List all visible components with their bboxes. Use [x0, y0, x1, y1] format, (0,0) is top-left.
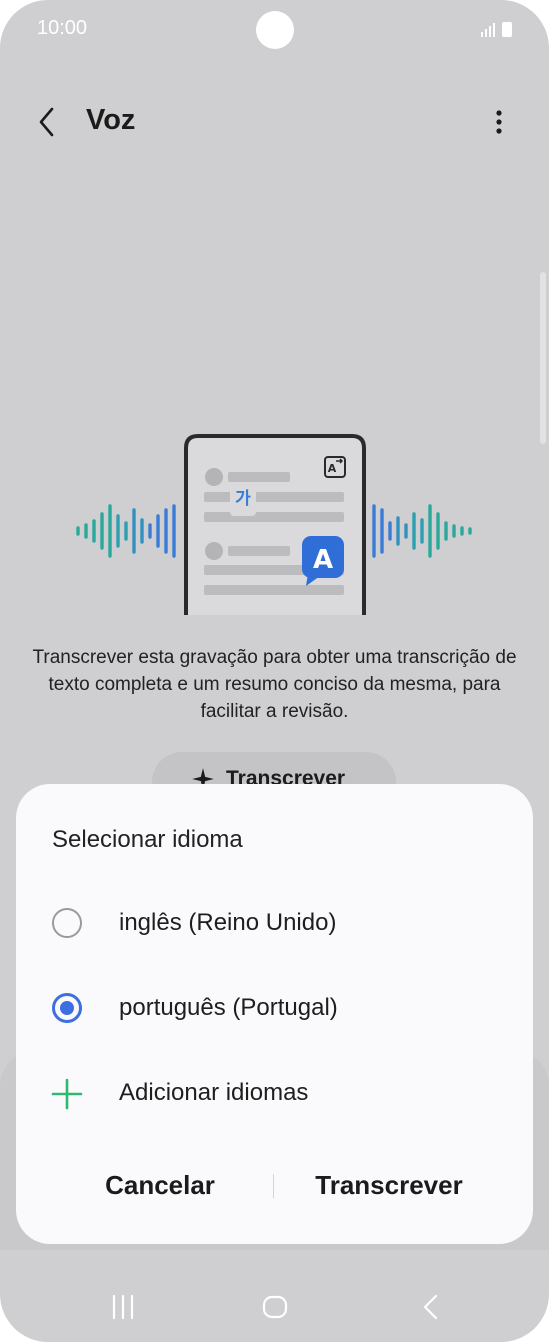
- language-option-label: inglês (Reino Unido): [119, 909, 337, 936]
- app-header: Voz: [0, 90, 549, 154]
- actions-divider: [273, 1174, 274, 1198]
- add-languages-label: Adicionar idiomas: [119, 1079, 309, 1106]
- svg-text:A: A: [328, 462, 337, 475]
- left-sound-wave: [76, 504, 176, 558]
- dialog-title: Selecionar idioma: [52, 826, 243, 853]
- dialog-actions: Cancelar Transcrever: [16, 1154, 533, 1220]
- status-bar: 10:00: [0, 0, 549, 60]
- back-nav-icon[interactable]: [416, 1292, 446, 1322]
- more-options-icon[interactable]: [484, 104, 514, 140]
- phone-mockup: 가 A A: [184, 434, 366, 615]
- language-option-english-uk[interactable]: inglês (Reino Unido): [16, 888, 533, 958]
- confirm-transcribe-button[interactable]: Transcrever: [304, 1170, 474, 1201]
- home-icon[interactable]: [260, 1292, 290, 1322]
- language-option-portuguese-portugal[interactable]: português (Portugal): [16, 973, 533, 1043]
- transcription-description: Transcrever esta gravação para obter uma…: [32, 647, 517, 722]
- navigation-bar: [0, 1276, 549, 1336]
- phone-screen: 10:00 Voz 가 A A Transcrever esta gravaçã…: [0, 0, 549, 1342]
- latin-glyph: A: [313, 545, 333, 575]
- front-camera: [256, 11, 294, 49]
- signal-battery-icon: [481, 22, 512, 37]
- plus-icon: [51, 1078, 83, 1110]
- radio-button-selected[interactable]: [52, 993, 82, 1023]
- language-option-label: português (Portugal): [119, 994, 338, 1021]
- scrollbar[interactable]: [540, 272, 546, 444]
- recents-icon[interactable]: [108, 1292, 138, 1322]
- transcription-illustration: 가 A A: [76, 434, 472, 615]
- add-languages-item[interactable]: Adicionar idiomas: [16, 1058, 533, 1128]
- status-time: 10:00: [37, 17, 88, 39]
- cancel-button[interactable]: Cancelar: [90, 1170, 230, 1201]
- radio-button-unselected[interactable]: [52, 908, 82, 938]
- page-title: Voz: [86, 104, 136, 136]
- right-sound-wave: [372, 504, 472, 558]
- hangul-glyph: 가: [235, 489, 251, 509]
- back-arrow-icon[interactable]: [30, 104, 66, 140]
- select-language-dialog: Selecionar idioma inglês (Reino Unido) p…: [16, 784, 533, 1244]
